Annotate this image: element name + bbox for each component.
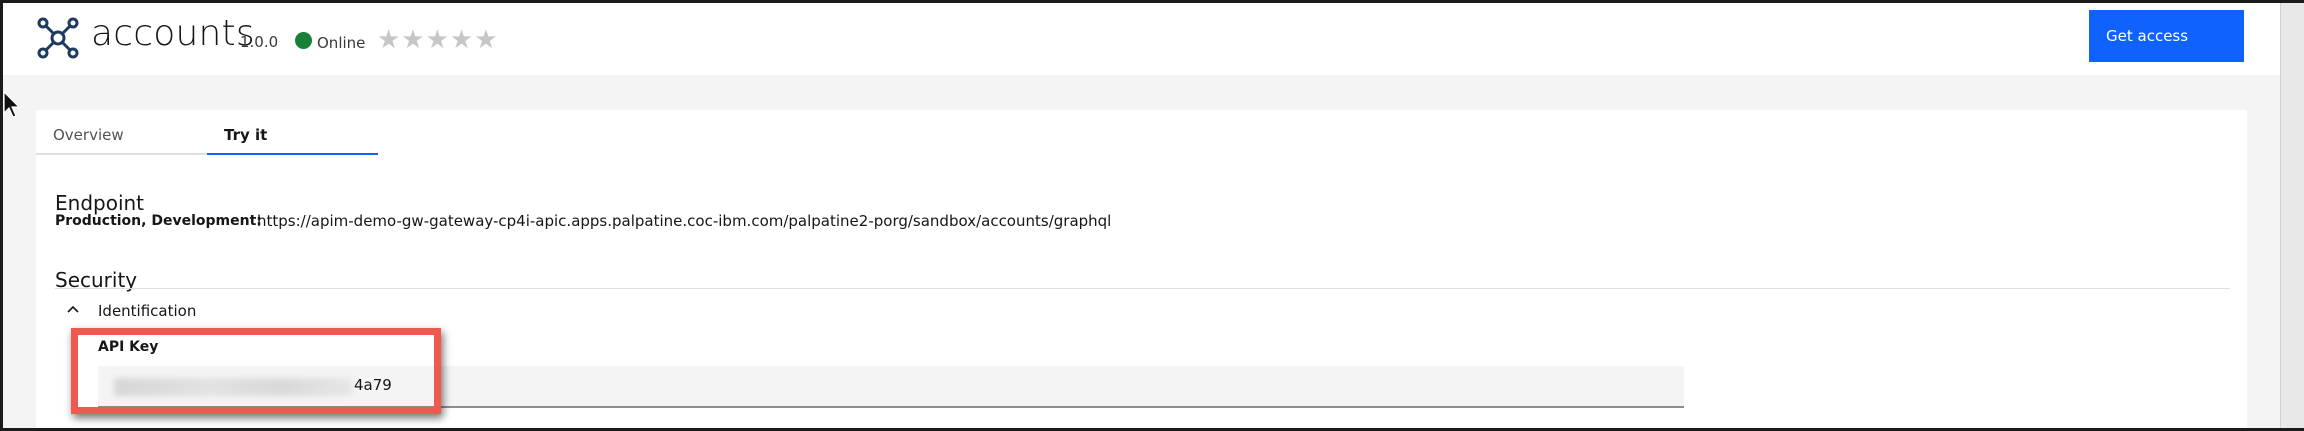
version-label: 1.0.0 — [240, 33, 279, 51]
api-network-icon — [37, 17, 79, 59]
window-edge — [2280, 0, 2304, 431]
rating-stars[interactable]: ★★★★★ — [377, 25, 499, 55]
endpoint-environments: Production, Development: — [55, 213, 262, 229]
app-window: accounts 1.0.0 Online ★★★★★ Get access O… — [3, 3, 2280, 428]
tab-bar: Overview Try it — [36, 110, 2247, 155]
page-title: accounts — [91, 13, 255, 54]
status-label: Online — [317, 34, 366, 52]
status-online-icon — [295, 32, 312, 49]
annotation-highlight-box — [71, 328, 441, 414]
get-access-button[interactable]: Get access — [2089, 10, 2244, 62]
chevron-up-icon[interactable] — [66, 303, 80, 317]
security-divider — [55, 288, 2230, 289]
endpoint-url: https://apim-demo-gw-gateway-cp4i-apic.a… — [257, 212, 1112, 230]
page-header: accounts 1.0.0 Online ★★★★★ Get access — [3, 3, 2280, 75]
tab-overview[interactable]: Overview — [36, 110, 207, 155]
identification-toggle[interactable]: Identification — [98, 302, 196, 320]
tab-try-it[interactable]: Try it — [207, 110, 378, 155]
mouse-pointer-icon — [3, 91, 21, 118]
api-details-card: Overview Try it Endpoint Production, Dev… — [36, 110, 2247, 428]
endpoint-heading: Endpoint — [55, 191, 145, 215]
